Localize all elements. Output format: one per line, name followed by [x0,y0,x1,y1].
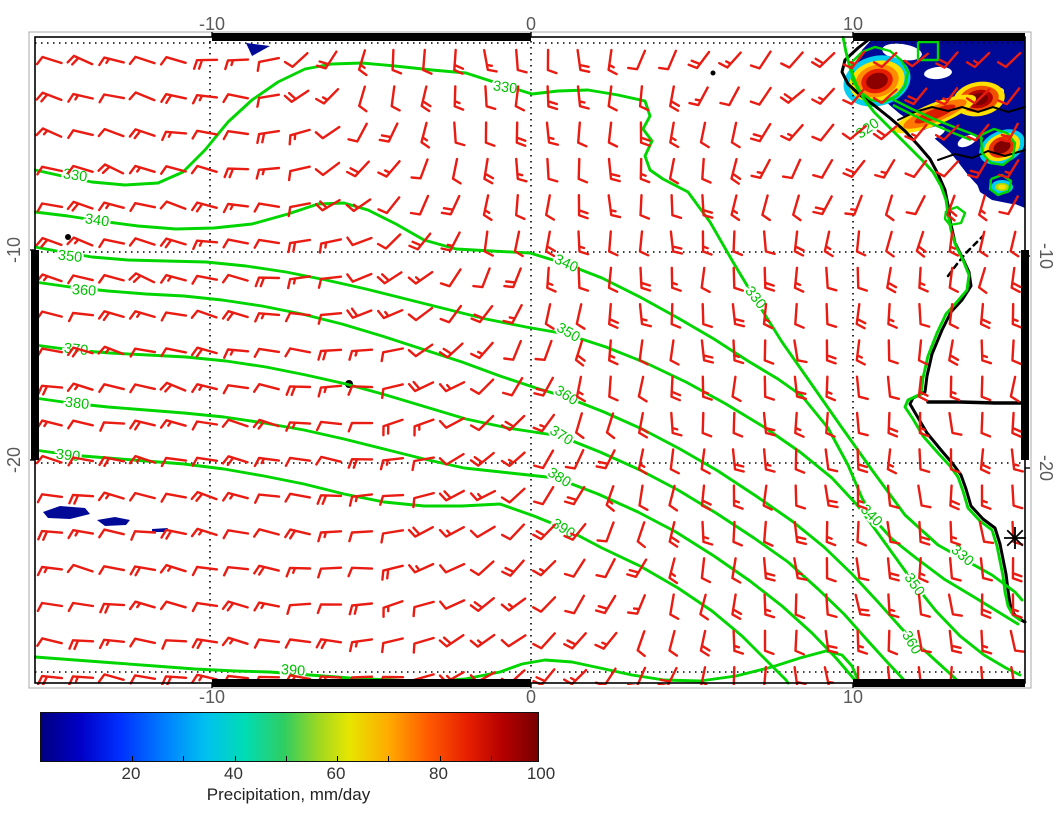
contour-label: 340 [84,211,110,230]
colorbar-minor-tick [285,756,287,761]
colorbar-tick-label: 60 [326,764,346,783]
colorbar-minor-tick [439,756,441,761]
axis-label-top: 10 [843,14,863,34]
colorbar-caption: Precipitation, mm/day [206,785,371,804]
colorbar-minor-tick [337,756,338,761]
contour-label: 330 [492,78,518,97]
axis-label-bottom: 10 [843,687,863,707]
station-marker [1004,527,1026,549]
colorbar-minor-tick [234,756,236,761]
contour-label: 360 [71,282,96,300]
contour-label: 350 [57,248,83,266]
colorbar-minor-tick [388,756,390,761]
colorbar-tick-label: 40 [224,764,243,783]
contour-label: 380 [64,395,90,413]
colorbar-tick-label: 20 [121,764,141,783]
axis-label-left: -10 [4,237,24,263]
colorbar-minor-tick [490,756,492,761]
colorbar-minor-tick [80,756,82,761]
weather-map-page: 15102718, 090 hour forecast for 975mb Z,… [0,0,1056,816]
axis-label-right: -10 [1036,243,1056,269]
axis-label-top: -10 [199,14,225,34]
axis-label-top: 0 [526,14,536,34]
colorbar-tick-label: 100 [526,764,556,783]
axis-label-left: -20 [4,447,24,473]
axis-label-right: -20 [1036,455,1056,481]
colorbar-tick-label: 80 [429,764,448,783]
colorbar-minor-tick [183,756,185,761]
colorbar-minor-tick [132,756,133,761]
axis-label-bottom: 0 [526,687,536,707]
precipitation-colorbar [40,712,539,762]
forecast-map: 3303303303303403403403503503503603603603… [0,0,1056,710]
axis-label-bottom: -10 [199,687,225,707]
